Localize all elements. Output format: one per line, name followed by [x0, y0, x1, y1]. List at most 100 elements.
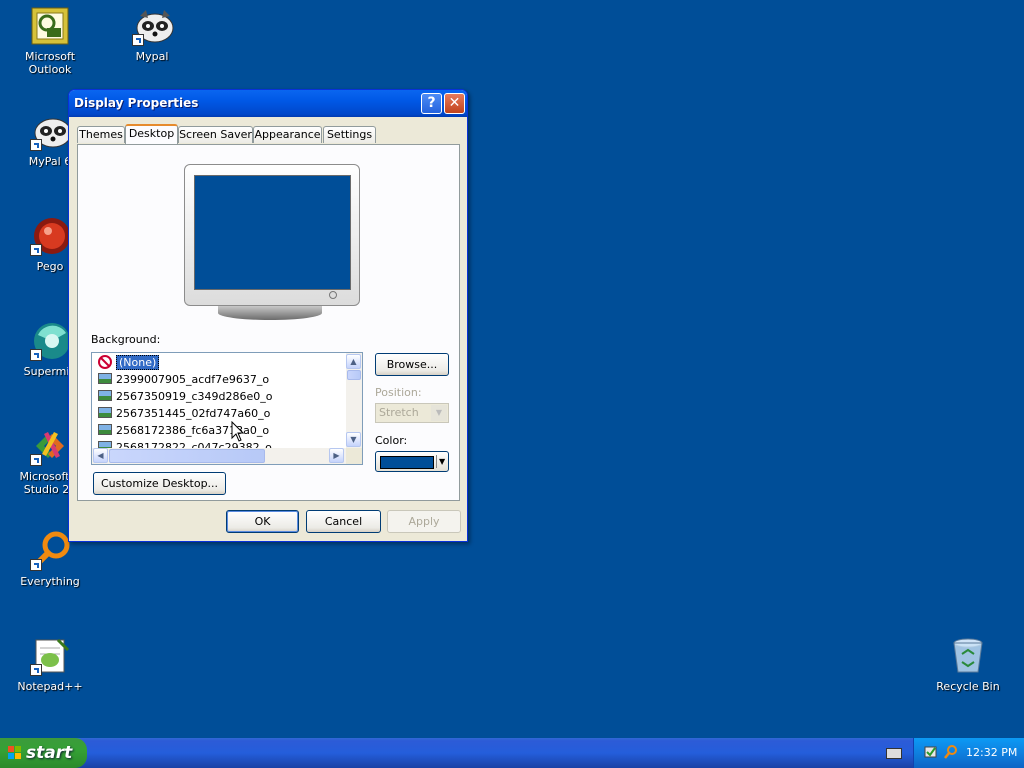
none-icon — [98, 355, 112, 369]
help-button[interactable]: ? — [421, 93, 442, 114]
scroll-down-button[interactable]: ▼ — [346, 432, 361, 447]
vertical-scrollbar[interactable]: ▲ ▼ — [346, 353, 362, 448]
start-label: start — [26, 743, 73, 763]
cancel-button-label: Cancel — [324, 515, 363, 528]
supermium-icon — [30, 321, 70, 361]
shortcut-arrow-icon — [30, 244, 42, 256]
image-file-icon — [98, 441, 112, 448]
help-icon: ? — [427, 95, 436, 111]
list-item-label: 2567350919_c349d286e0_o — [116, 390, 273, 403]
list-item-label: 2567351445_02fd747a60_o — [116, 407, 271, 420]
horizontal-scroll-thumb[interactable] — [109, 449, 265, 463]
keyboard-icon[interactable] — [886, 748, 902, 759]
tab-label: Screen Saver — [179, 128, 252, 141]
mouse-cursor-icon — [231, 421, 245, 442]
everything-magnifier-icon — [30, 531, 70, 571]
position-select: Stretch ▼ — [375, 403, 449, 423]
desktop-icon-label: Microsoft Outlook — [24, 50, 76, 76]
list-item[interactable]: 2567350919_c349d286e0_o — [98, 389, 338, 405]
list-item-label: 2399007905_acdf7e9637_o — [116, 373, 270, 386]
scroll-up-button[interactable]: ▲ — [346, 354, 361, 369]
background-listbox[interactable]: (None) 2399007905_acdf7e9637_o 256735091… — [91, 352, 363, 465]
apply-button-label: Apply — [408, 515, 440, 528]
list-item-label: (None) — [116, 355, 160, 370]
list-item[interactable]: 2568172822_c047c29382_o — [98, 440, 338, 448]
background-label: Background: — [91, 333, 161, 346]
tab-label: Appearance — [254, 128, 321, 141]
shortcut-arrow-icon — [30, 349, 42, 361]
customize-desktop-label: Customize Desktop... — [100, 477, 219, 490]
chevron-down-icon: ▼ — [439, 457, 446, 466]
desktop-icon-mypal[interactable]: Mypal — [104, 6, 200, 63]
list-item[interactable]: (None) — [98, 355, 338, 371]
window-body: Themes Desktop Screen Saver Appearance S… — [72, 117, 464, 538]
scrollbar-corner — [346, 448, 362, 464]
notepadpp-icon — [30, 636, 70, 676]
chevron-down-icon: ▼ — [431, 405, 447, 421]
scroll-left-button[interactable]: ◀ — [93, 448, 108, 463]
color-swatch — [380, 456, 434, 469]
tab-desktop[interactable]: Desktop — [125, 124, 178, 144]
close-button[interactable]: ✕ — [444, 93, 465, 114]
system-tray: 12:32 PM — [913, 738, 1024, 768]
list-item[interactable]: 2568172386_fc6a3713a0_o — [98, 423, 338, 439]
desktop-icon-label: Notepad++ — [17, 680, 83, 693]
divider — [436, 455, 437, 468]
list-item[interactable]: 2567351445_02fd747a60_o — [98, 406, 338, 422]
search-icon[interactable] — [944, 745, 958, 759]
ok-button[interactable]: OK — [226, 510, 299, 533]
tab-label: Desktop — [128, 127, 175, 140]
desktop-icon-notepadpp[interactable]: Notepad++ — [2, 636, 98, 693]
windows-flag-icon — [8, 746, 22, 760]
tab-appearance[interactable]: Appearance — [253, 126, 322, 143]
apply-button[interactable]: Apply — [387, 510, 461, 533]
shortcut-arrow-icon — [30, 454, 42, 466]
taskbar: start 12:32 PM — [0, 738, 1024, 768]
image-file-icon — [98, 424, 112, 435]
ok-button-label: OK — [254, 515, 271, 528]
tab-screen-saver[interactable]: Screen Saver — [178, 126, 253, 143]
image-file-icon — [98, 390, 112, 401]
desktop-icon-recycle-bin[interactable]: Recycle Bin — [920, 636, 1016, 693]
position-label: Position: — [375, 386, 422, 399]
color-label: Color: — [375, 434, 408, 447]
color-picker-button[interactable]: ▼ — [375, 451, 449, 472]
browse-button[interactable]: Browse... — [375, 353, 449, 376]
tab-label: Themes — [79, 128, 123, 141]
tab-settings[interactable]: Settings — [323, 126, 376, 143]
recycle-bin-icon — [948, 636, 988, 676]
tab-themes[interactable]: Themes — [77, 126, 125, 143]
horizontal-scrollbar[interactable]: ◀ ▶ — [92, 448, 346, 464]
clock[interactable]: 12:32 PM — [966, 746, 1017, 759]
shortcut-arrow-icon — [30, 559, 42, 571]
window-title: Display Properties — [74, 96, 199, 110]
mypal-raccoon-icon — [132, 6, 174, 46]
monitor-preview — [184, 164, 360, 324]
pego-icon — [30, 216, 70, 256]
image-file-icon — [98, 373, 112, 384]
customize-desktop-button[interactable]: Customize Desktop... — [93, 472, 226, 495]
desktop-tab-panel: Background: (None) 2399007905_acdf7e9637… — [77, 144, 460, 501]
image-file-icon — [98, 407, 112, 418]
shortcut-arrow-icon — [132, 34, 144, 46]
desktop-icon-label: Recycle Bin — [936, 680, 1000, 693]
position-value: Stretch — [379, 406, 419, 419]
display-properties-window[interactable]: Display Properties ? ✕ Themes Desktop Sc… — [68, 89, 468, 542]
start-button[interactable]: start — [0, 738, 87, 768]
vertical-scroll-thumb[interactable] — [347, 370, 361, 380]
shortcut-arrow-icon — [30, 139, 42, 151]
power-led-icon — [329, 291, 337, 299]
list-item-label: 2568172822_c047c29382_o — [116, 441, 272, 448]
cancel-button[interactable]: Cancel — [306, 510, 381, 533]
monitor-bezel — [184, 164, 360, 306]
title-bar[interactable]: Display Properties ? ✕ — [69, 90, 467, 117]
scroll-right-button[interactable]: ▶ — [329, 448, 344, 463]
browse-button-label: Browse... — [386, 358, 438, 371]
security-check-icon[interactable] — [924, 745, 938, 759]
list-item-label: 2568172386_fc6a3713a0_o — [116, 424, 270, 437]
list-item[interactable]: 2399007905_acdf7e9637_o — [98, 372, 338, 388]
outlook-icon — [30, 6, 70, 46]
desktop-icon-outlook[interactable]: Microsoft Outlook — [2, 6, 98, 76]
tab-label: Settings — [326, 128, 373, 141]
monitor-stand — [218, 306, 322, 320]
